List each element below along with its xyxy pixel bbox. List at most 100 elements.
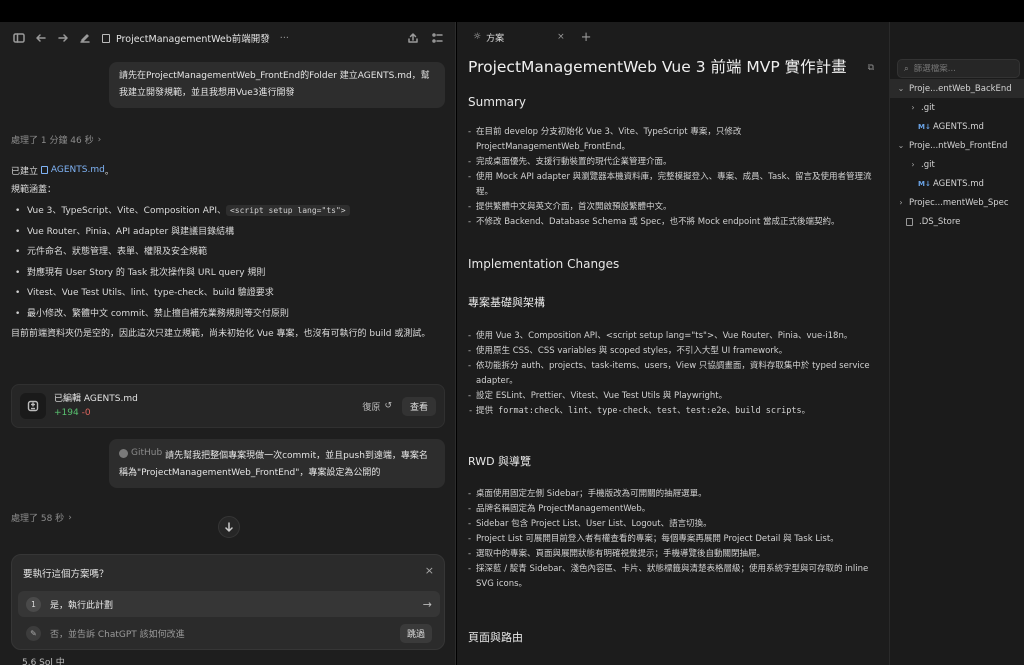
new-tab-icon[interactable]: + [581,30,592,45]
list-item: 最小修改、繁體中文 commit、禁止擅自補充業務規則等交付原則 [11,304,441,325]
close-icon[interactable]: × [425,564,434,577]
routes-heading: 頁面與路由 [468,631,523,644]
lines-added: +194 [54,408,79,418]
rwd-item: 採深藍 / 靛青 Sidebar、淺色內容區、卡片、狀態標籤與清楚表格層級；使用… [468,562,878,592]
skip-button[interactable]: 跳過 [399,623,432,643]
github-icon [119,449,128,458]
view-button[interactable]: 查看 [401,396,436,416]
undo-button[interactable]: 復原 ↺ [362,400,392,413]
file-filter-input[interactable] [913,63,1009,74]
markdown-icon: M↓ [918,179,931,188]
tree-item-folder[interactable]: ⌄ Proje...ntWeb_FrontEnd [890,136,1024,155]
close-tab-icon[interactable]: × [557,32,565,42]
rwd-item: Sidebar 包含 Project List、User List、Logout… [468,517,878,532]
copy-icon[interactable]: ⧉ [868,63,874,73]
chevron-right-icon: › [97,134,102,145]
undo-icon: ↺ [384,401,392,411]
option-number: 1 [26,596,41,612]
arrow-down-icon [225,522,233,532]
inline-code: <script setup lang="ts"> [225,205,350,216]
tree-item-label: .git [921,159,935,170]
more-icon[interactable]: ··· [280,33,289,44]
file-tree: ⌄ Proje...entWeb_BackEnd › .git M↓ AGENTS.md ⌄… [890,79,1024,231]
settings-sliders-icon[interactable] [426,27,448,49]
lightbulb-icon: ☼ [473,32,482,42]
tree-item-folder[interactable]: .DS_Store [890,212,1024,231]
closing-paragraph: 目前前端資料夾仍是空的，因此這次只建立規範，尚未初始化 Vue 專案，也沒有可執… [11,329,431,339]
summary-item: 在目前 develop 分支初始化 Vue 3、Vite、TypeScript … [468,125,878,155]
window-top-bar [0,0,1024,22]
architecture-item: 設定 ESLint、Prettier、Vitest、Vue Test Utils… [468,389,878,404]
tree-item-folder[interactable]: › .git [890,98,1024,117]
file-filter[interactable]: ⌕ [897,59,1020,78]
edited-file-card: 已編輯 AGENTS.md +194 -0 復原 ↺ 查看 [11,384,445,428]
architecture-item: 使用 Vue 3、Composition API、<script setup l… [468,329,878,344]
tree-item-file[interactable]: M↓ AGENTS.md [890,174,1024,193]
confirm-question: 要執行這個方案嗎？ [23,569,109,580]
tree-item-label: AGENTS.md [933,121,984,132]
rwd-item: 選取中的專案、頁面與展開狀態有明確視覺提示；手機導覽後自動關閉抽屜。 [468,547,878,562]
rwd-item: Project List 可展開目前登入者有權查看的專案；每個專案再展開 Pro… [468,532,878,547]
share-icon[interactable] [402,27,424,49]
user-message-2-text: 請先幫我把整個專案現做一次commit，並且push到遠端，專案名稱為"Proj… [119,451,428,478]
list-item: Vitest、Vue Test Utils、lint、type-check、bu… [11,283,441,304]
chat-title-text: ProjectManagementWeb前端開發 [116,34,270,45]
markdown-icon: M↓ [918,122,931,131]
github-tag-text: GitHub [131,448,163,458]
assistant-answer: 已建立 AGENTS.md 。 規範涵蓋： Vue 3、TypeScript、V… [11,161,441,342]
new-chat-icon[interactable] [74,27,96,49]
back-arrow-icon[interactable] [30,27,52,49]
answer-prefix: 已建立 [11,167,39,177]
plan-pane: ☼ 方案 × + ProjectManagementWeb Vue 3 前端 M… [457,22,889,665]
rwd-item: 品牌名稱固定為 ProjectManagementWeb。 [468,502,878,517]
tree-item-label: Proje...entWeb_BackEnd [909,83,1012,94]
tree-item-folder[interactable]: › Projec...mentWeb_Spec [890,193,1024,212]
rwd-heading: RWD 與導覽 [468,455,532,468]
architecture-item: 使用原生 CSS、CSS variables 與 scoped styles，不… [468,344,878,359]
model-selector[interactable]: 5.6 Sol 中 [22,655,65,665]
tree-item-folder[interactable]: › .git [890,155,1024,174]
tab-plan[interactable]: ☼ 方案 × [467,22,571,52]
implementation-heading: Implementation Changes [468,257,620,271]
scope-list: Vue 3、TypeScript、Vite、Composition API、<s… [11,201,441,324]
thinking-duration-1[interactable]: 處理了 1 分鐘 46 秒 › [11,133,102,147]
list-item: 元件命名、狀態管理、表單、權限及安全規範 [11,242,441,263]
answer-line-created: 已建立 AGENTS.md 。 [11,161,441,181]
tab-plan-label: 方案 [486,33,505,44]
rwd-list: 桌面使用固定左側 Sidebar；手機版改為可開關的抽屜選單。 品牌名稱固定為 … [468,487,878,592]
tree-item-file[interactable]: M↓ AGENTS.md [890,117,1024,136]
file-link[interactable]: AGENTS.md [40,161,105,179]
thinking-duration-text: 處理了 1 分鐘 46 秒 [11,136,94,146]
tree-item-folder[interactable]: ⌄ Proje...entWeb_BackEnd [890,79,1024,98]
list-item: 對應現有 User Story 的 Task 批次操作與 URL query 規… [11,263,441,284]
user-message-1: 請先在ProjectManagementWeb_FrontEnd的Folder … [109,62,445,108]
search-icon: ⌕ [904,63,909,74]
pencil-icon: ✎ [26,625,41,641]
tree-item-label: AGENTS.md [933,178,984,189]
plan-document: ProjectManagementWeb Vue 3 前端 MVP 實作計畫 ⧉… [468,55,878,644]
architecture-heading: 專案基礎與架構 [468,296,545,309]
tree-item-label: Proje...ntWeb_FrontEnd [909,140,1008,151]
document-icon [102,33,110,43]
scope-title: 規範涵蓋： [11,185,57,195]
architecture-list: 使用 Vue 3、Composition API、<script setup l… [468,329,878,419]
thinking-duration-2[interactable]: 處理了 58 秒 › [11,511,72,525]
plan-confirm-dialog: 要執行這個方案嗎？ × 1 是，執行此計劃 → ✎ 否，並告訴 ChatGPT … [11,554,445,650]
architecture-item: 提供 format:check、lint、type-check、test、tes… [468,404,878,419]
edit-diff-icon [20,393,46,419]
summary-list: 在目前 develop 分支初始化 Vue 3、Vite、TypeScript … [468,125,878,230]
arrow-right-icon: → [422,597,432,611]
improve-plan-option[interactable]: ✎ 否，並告訴 ChatGPT 該如何改進 跳過 [18,621,440,645]
execute-plan-option[interactable]: 1 是，執行此計劃 → [18,591,440,617]
improve-input-placeholder[interactable]: 否，並告訴 ChatGPT 該如何改進 [50,627,185,640]
forward-arrow-icon[interactable] [52,27,74,49]
summary-item: 不修改 Backend、Database Schema 或 Spec，也不將 M… [468,215,878,230]
chat-title[interactable]: ProjectManagementWeb前端開發 ··· [102,31,289,45]
chevron-icon: › [911,160,915,169]
chat-header: ProjectManagementWeb前端開發 ··· [0,22,455,54]
scroll-to-bottom-button[interactable] [218,516,240,538]
summary-item: 使用 Mock API adapter 與瀏覽器本機資料庫，完整模擬登入、專案、… [468,170,878,200]
sidebar-toggle-icon[interactable] [8,27,30,49]
tree-item-label: .git [921,102,935,113]
file-explorer: ⌕ ⌄Proje...entWeb_BackEnd›.gitM↓AGENTS.m… [889,22,1024,665]
